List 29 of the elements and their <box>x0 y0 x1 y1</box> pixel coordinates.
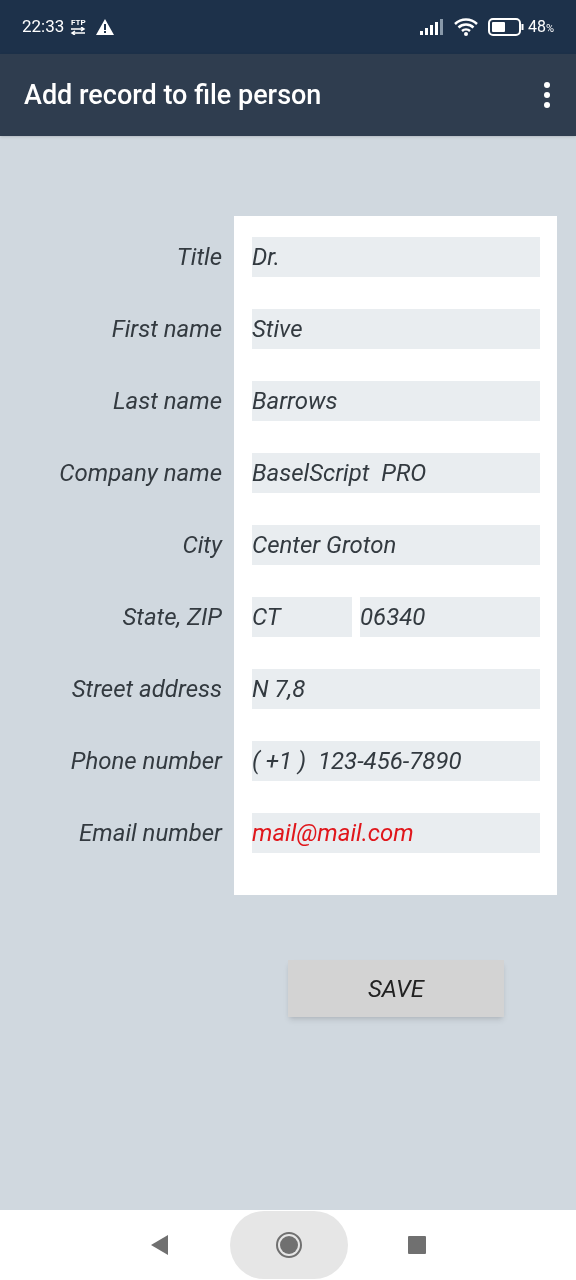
field-label: First name <box>111 314 222 345</box>
field-label: Email number <box>79 818 222 849</box>
field-label: Street address <box>71 674 222 705</box>
input-field[interactable]: ( +1 ) 123-456-7890 <box>252 741 540 781</box>
field-label: Company name <box>59 458 222 489</box>
signal-icon <box>419 19 446 35</box>
input-field[interactable]: Center Groton <box>252 525 540 565</box>
input-field[interactable]: 06340 <box>360 597 540 637</box>
save-button[interactable]: SAVE <box>288 960 504 1017</box>
field-label: Title <box>176 242 222 273</box>
input-field[interactable]: mail@mail.com <box>252 813 540 853</box>
battery-percent: 48% <box>527 16 554 38</box>
input-field[interactable]: BaselScript PRO <box>252 453 540 493</box>
input-field[interactable]: CT <box>252 597 352 637</box>
input-field[interactable]: Barrows <box>252 381 540 421</box>
field-label: City <box>182 530 222 561</box>
warning-icon <box>96 19 115 35</box>
field-label: Phone number <box>70 746 222 777</box>
home-icon <box>275 1231 303 1259</box>
clock: 22:33 <box>22 15 65 39</box>
input-field[interactable]: N 7,8 <box>252 669 540 709</box>
field-label: Last name <box>113 386 222 417</box>
input-field[interactable]: Stive <box>252 309 540 349</box>
input-field[interactable]: Dr. <box>252 237 540 277</box>
wifi-icon <box>453 18 478 36</box>
battery-icon <box>487 18 524 36</box>
back-icon[interactable] <box>150 1234 170 1256</box>
field-label: State, ZIP <box>122 602 222 633</box>
app-bar-title: Add record to file person <box>24 77 323 113</box>
